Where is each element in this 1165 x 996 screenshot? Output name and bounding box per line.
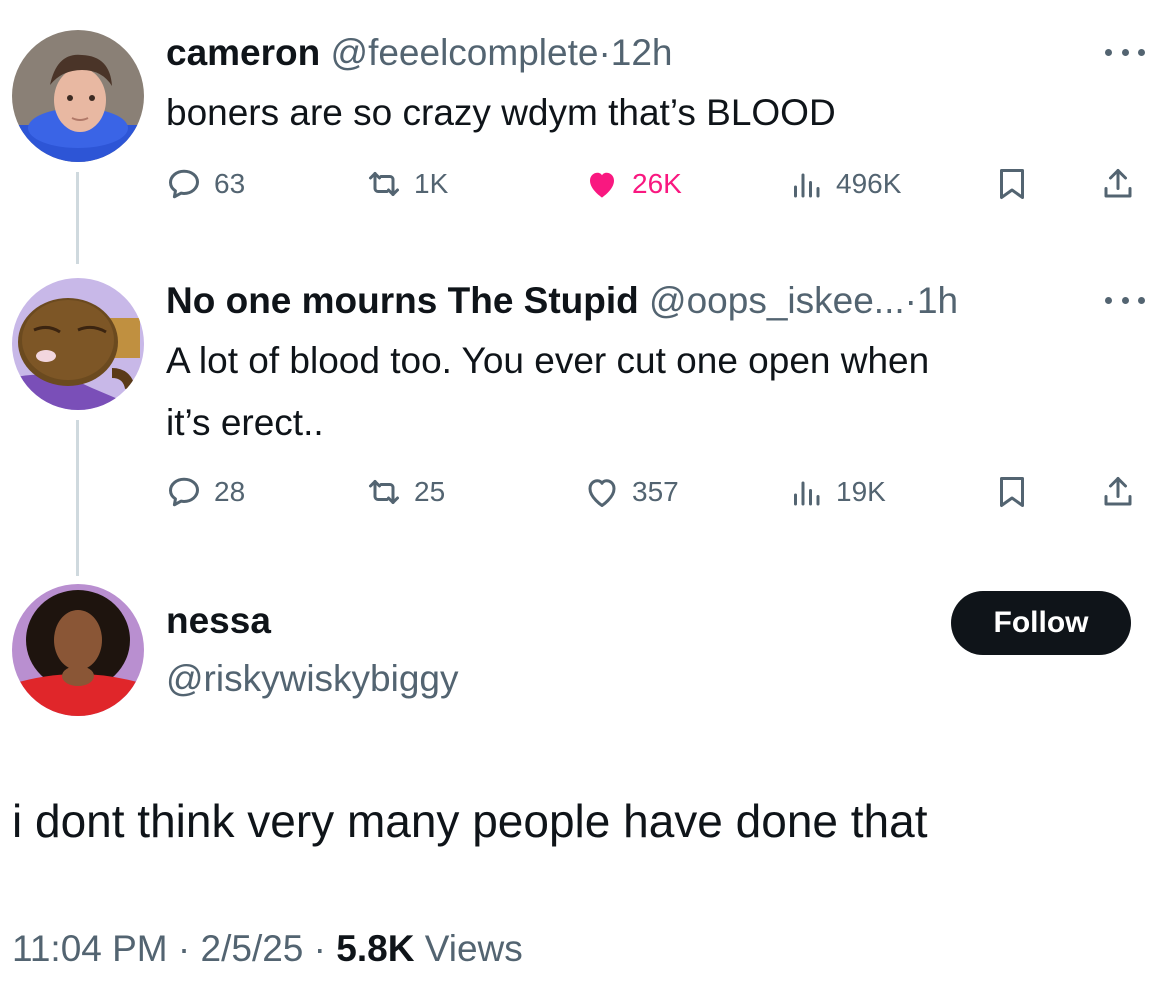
share-icon [1100, 474, 1136, 510]
tweet-text-line: boners are so crazy wdym that’s BLOOD [166, 92, 836, 133]
bookmark-icon [994, 474, 1030, 510]
reply-button[interactable]: 28 [166, 470, 245, 514]
display-name[interactable]: cameron [166, 32, 320, 73]
separator-dot: · [177, 928, 191, 969]
post-date[interactable]: 2/5/25 [201, 928, 304, 969]
tweet-text: A lot of blood too. You ever cut one ope… [166, 330, 1126, 454]
reply-icon [166, 474, 202, 510]
repost-icon [366, 474, 402, 510]
separator-dot: · [313, 928, 326, 969]
display-name[interactable]: No one mourns The Stupid [166, 280, 639, 321]
tweet-text: i dont think very many people have done … [12, 795, 928, 847]
bookmark-button[interactable] [994, 470, 1030, 514]
views-button[interactable]: 19K [788, 470, 886, 514]
post-time[interactable]: 11:04 PM [12, 928, 168, 969]
reply-button[interactable]: 63 [166, 162, 245, 206]
avatar[interactable] [12, 30, 144, 162]
tweet-actions: 28 25 357 19K [166, 470, 1146, 514]
views-count: 19K [836, 476, 886, 507]
separator-dot: · [904, 280, 917, 321]
avatar[interactable] [12, 278, 144, 410]
reply-count: 28 [214, 476, 246, 507]
user-handle[interactable]: @feeelcomplete [331, 32, 599, 73]
follow-button[interactable]: Follow [951, 591, 1131, 655]
repost-count: 1K [414, 168, 449, 199]
avatar[interactable] [12, 584, 144, 716]
share-button[interactable] [1100, 470, 1136, 514]
thread-line [76, 420, 79, 576]
tweet-text: boners are so crazy wdym that’s BLOOD [166, 82, 1126, 144]
like-count: 357 [632, 476, 679, 507]
tweet-header: No one mourns The Stupid @oops_iskee...·… [166, 280, 958, 322]
tweet-actions: 63 1K 26K 496K [166, 162, 1146, 206]
user-handle[interactable]: @riskywiskybiggy [166, 658, 459, 700]
views-icon [788, 166, 824, 202]
like-count: 26K [632, 168, 682, 199]
repost-count: 25 [414, 476, 446, 507]
user-handle[interactable]: @oops_iskee... [649, 280, 905, 321]
bookmark-icon [994, 166, 1030, 202]
thread-line [76, 172, 79, 264]
timestamp[interactable]: 12h [611, 32, 673, 73]
more-icon[interactable] [1105, 45, 1145, 59]
display-name[interactable]: nessa [166, 600, 271, 642]
separator-dot: · [598, 32, 611, 73]
views-count: 496K [836, 168, 902, 199]
reply-count: 63 [214, 168, 246, 199]
share-icon [1100, 166, 1136, 202]
like-button[interactable]: 26K [584, 162, 682, 206]
views-icon [788, 474, 824, 510]
tweet-text-line: A lot of blood too. You ever cut one ope… [166, 340, 930, 381]
tweet-header: cameron @feeelcomplete·12h [166, 32, 673, 74]
like-button[interactable]: 357 [584, 470, 679, 514]
timestamp[interactable]: 1h [917, 280, 958, 321]
more-icon[interactable] [1105, 293, 1145, 307]
views-label: Views [424, 928, 523, 969]
repost-button[interactable]: 1K [366, 162, 448, 206]
bookmark-button[interactable] [994, 162, 1030, 206]
like-icon [584, 474, 620, 510]
share-button[interactable] [1100, 162, 1136, 206]
tweet-text-line: it’s erect.. [166, 402, 324, 443]
repost-icon [366, 166, 402, 202]
reply-icon [166, 166, 202, 202]
tweet-meta: 11:04 PM · 2/5/25 · 5.8K Views [12, 928, 523, 970]
views-button[interactable]: 496K [788, 162, 901, 206]
views-count: 5.8K [336, 928, 415, 969]
like-icon [584, 166, 620, 202]
repost-button[interactable]: 25 [366, 470, 445, 514]
